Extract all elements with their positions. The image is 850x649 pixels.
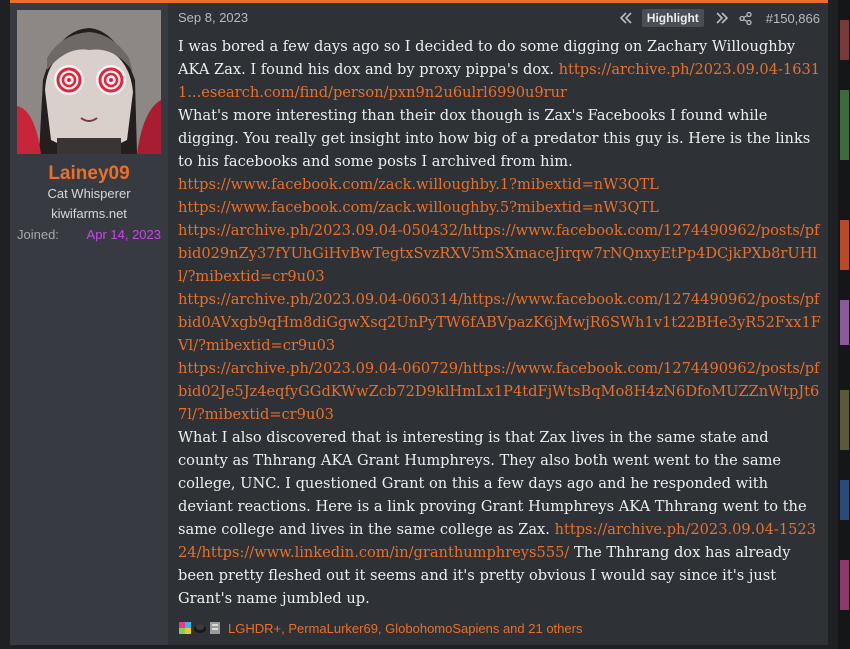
share-icon[interactable]	[738, 10, 754, 26]
highlight-button[interactable]: Highlight	[641, 9, 704, 27]
reaction-icons	[178, 621, 223, 635]
reaction-box-icon	[208, 621, 222, 635]
reaction-puzzle-icon	[178, 621, 192, 635]
user-info-pane: Lainey09 Cat Whisperer kiwifarms.net Joi…	[10, 3, 168, 645]
paragraph-2: What's more interesting than their dox t…	[178, 107, 811, 170]
link[interactable]: https://archive.ph/2023.09.04-050432/htt…	[178, 222, 819, 285]
archive-link-1: https://archive.ph/2023.09.04-050432/htt…	[178, 219, 821, 288]
post-number[interactable]: #150,866	[766, 11, 820, 26]
facebook-link-1: https://www.facebook.com/zack.willoughby…	[178, 173, 821, 196]
link[interactable]: https://archive.ph/2023.09.04-060314/htt…	[178, 291, 821, 354]
avatar[interactable]	[17, 10, 161, 154]
reactions-bar[interactable]: LGHDR+, PermaLurker69, GlobohomoSapiens …	[178, 620, 582, 636]
joined-date: Apr 14, 2023	[86, 227, 161, 242]
joined-label: Joined:	[17, 227, 59, 242]
right-edge-strip	[838, 0, 850, 649]
username[interactable]: Lainey09	[10, 163, 168, 185]
paragraph-3: What I also discovered that is interesti…	[178, 426, 821, 610]
post-body: I was bored a few days ago so I decided …	[178, 35, 821, 610]
facebook-link-2: https://www.facebook.com/zack.willoughby…	[178, 196, 821, 219]
user-site: kiwifarms.net	[51, 206, 127, 221]
link[interactable]: https://archive.ph/2023.09.04-060729/htt…	[178, 360, 819, 423]
post-actions: Highlight #150,866	[618, 9, 820, 27]
archive-link-2: https://archive.ph/2023.09.04-060314/htt…	[178, 288, 821, 357]
link[interactable]: https://www.facebook.com/zack.willoughby…	[178, 176, 659, 193]
reactions-text[interactable]: LGHDR+, PermaLurker69, GlobohomoSapiens …	[228, 621, 582, 636]
link[interactable]: https://www.facebook.com/zack.willoughby…	[178, 199, 659, 216]
double-chevron-right-icon[interactable]	[714, 10, 730, 26]
post-date[interactable]: Sep 8, 2023	[178, 10, 248, 25]
double-chevron-left-icon[interactable]	[618, 10, 634, 26]
avatar-image	[17, 10, 161, 154]
reaction-dark-icon	[193, 621, 207, 635]
user-title: Cat Whisperer	[47, 186, 131, 201]
paragraph-1: I was bored a few days ago so I decided …	[178, 35, 821, 104]
forum-post: Lainey09 Cat Whisperer kiwifarms.net Joi…	[10, 3, 828, 645]
archive-link-3: https://archive.ph/2023.09.04-060729/htt…	[178, 357, 821, 426]
